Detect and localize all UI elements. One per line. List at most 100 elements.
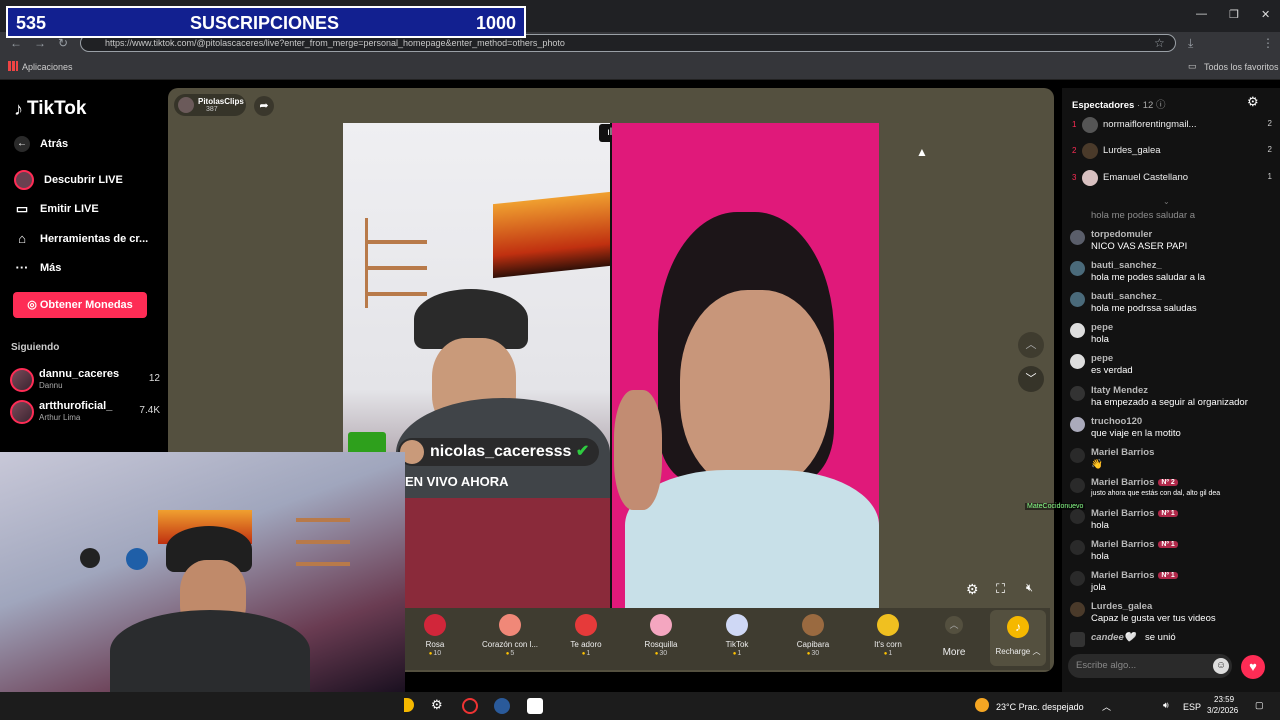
clock-time[interactable]: 23:59 [1214,695,1234,704]
dots-icon: ··· [15,260,29,275]
avatar [1082,143,1098,159]
download-icon[interactable]: ⤓ [1188,36,1193,51]
tray-chevron-icon[interactable]: ︿ [1102,700,1111,713]
following-item[interactable]: artthuroficial_ Arthur Lima 7.4K [10,398,160,426]
gift-capibara[interactable]: Capibara30 [778,612,848,657]
avatar [1070,448,1085,463]
following-item[interactable]: dannu_caceres Dannu 12 [10,366,160,394]
avatar [1070,417,1085,432]
gift-corn[interactable]: It's corn1 [853,612,923,657]
capcut-taskbar-icon[interactable] [527,698,543,714]
avatar [1070,571,1085,586]
rose-icon [424,614,446,636]
sub-current: 535 [16,13,47,33]
language-indicator[interactable]: ESP [1183,702,1201,712]
subscription-goal-overlay: 535 SUSCRIPCIONES 1000 [6,6,526,38]
get-coins-button[interactable]: ◎ Obtener Monedas [13,292,147,318]
host-likes: 387 [206,106,218,113]
recharge-button[interactable]: ♪ Recharge ︿ [990,610,1046,666]
scroll-up-icon[interactable]: ︿ [1018,332,1044,358]
bookmark-folder-icon: ▭ [1188,61,1197,71]
gift-te-adoro[interactable]: Te adoro1 [551,612,621,657]
notification-icon[interactable]: ▢ [1255,700,1264,711]
browser-taskbar-icon[interactable] [462,698,478,714]
os-taskbar [0,692,1280,720]
join-icon [1070,632,1085,647]
share-icon[interactable]: ➦ [254,96,274,116]
video-settings-icon[interactable]: ⚙ [966,581,979,598]
avatar [1082,117,1098,133]
mouse-cursor: ▲ [916,145,928,159]
help-icon[interactable]: ⓘ [1156,100,1166,111]
bookmark-all[interactable]: Todos los favoritos [1204,62,1279,72]
bookmark-apps[interactable]: Aplicaciones [22,62,73,72]
viewers-collapse-icon[interactable]: ⌄ [1163,197,1170,206]
gift-rose[interactable]: Rosa10 [400,612,470,657]
steam-taskbar-icon[interactable] [494,698,510,714]
fullscreen-icon[interactable]: ⛶ [996,581,1005,597]
avatar [1070,261,1085,276]
donut-icon [650,614,672,636]
panel-settings-icon[interactable]: ⚙ [1247,94,1259,110]
emoji-icon[interactable]: ☺ [1213,658,1229,674]
minimize-icon[interactable]: — [1196,8,1207,20]
viewer-row[interactable]: 2 Lurdes_galea 2 [1072,142,1272,162]
speaker-icon[interactable]: 🔊︎ [1163,700,1169,711]
gift-more-button[interactable]: ︿ More [938,616,970,658]
chat-input[interactable]: Escribe algo... [1068,654,1232,678]
webcam-person-body [110,610,310,692]
viewer-row[interactable]: 3 Emanuel Castellano 1 [1072,169,1272,189]
back-arrow-icon[interactable]: ← [10,36,22,50]
forward-arrow-icon[interactable]: → [34,36,46,50]
avatar [1070,602,1085,617]
heart-icon [575,614,597,636]
girl-hand [614,390,662,510]
gift-heart[interactable]: Corazón con l...5 [475,612,545,657]
avatar [1070,540,1085,555]
close-icon[interactable]: ✕ [1261,8,1270,21]
shelf-image [365,218,427,308]
bookmarks-bar [0,54,1280,80]
sidebar-item-discover-live[interactable]: Descubrir LIVE [14,170,123,190]
weather-text[interactable]: 23°C Prac. despejado [996,702,1084,712]
like-heart-button[interactable]: ♥ [1241,655,1265,679]
avatar [1082,170,1098,186]
capybara-icon [802,614,824,636]
clock-date[interactable]: 3/2/2026 [1207,706,1238,715]
following-title: Siguiendo [11,342,60,353]
bookmark-star-icon[interactable]: ☆ [1154,36,1165,50]
back-link[interactable]: ← Atrás [14,136,68,152]
scroll-down-icon[interactable]: ﹀ [1018,366,1044,392]
painting-image [493,191,610,279]
back-arrow-icon: ← [14,136,30,152]
red-desk [405,498,610,608]
avatar [1070,230,1085,245]
avatar [1070,354,1085,369]
sidebar-item-more[interactable]: ··· Más [14,260,62,275]
sidebar-item-go-live[interactable]: ▭ Emitir LIVE [14,201,99,217]
tiktok-logo[interactable]: ♪ TikTok [14,98,86,120]
mute-icon[interactable]: 🔇︎ [1026,582,1033,595]
maximize-icon[interactable]: ❐ [1229,8,1239,21]
following-count: 12 [148,373,160,384]
rank-badge: Nº 1 [1158,510,1178,517]
gift-tiktok[interactable]: TikTok1 [702,612,772,657]
menu-dots-icon[interactable]: ⋮ [1262,36,1274,50]
gift-rosquilla[interactable]: Rosquilla30 [626,612,696,657]
sidebar-item-creator-tools[interactable]: ⌂ Herramientas de cr... [14,231,148,246]
reload-icon[interactable]: ↻ [58,36,68,50]
girl-face [680,290,830,490]
avatar [1070,292,1085,307]
tiktok-icon [726,614,748,636]
corn-icon [877,614,899,636]
live-avatar-icon [14,170,34,190]
rank-badge: Nº 2 [1158,479,1178,486]
apps-grid-icon[interactable] [8,61,18,71]
following-sub: Arthur Lima [39,413,81,422]
viewer-row[interactable]: 1 normaiflorentingmail... 2 [1072,116,1272,136]
heart-hand-icon [499,614,521,636]
streamer-tag: nicolas_caceresss ✔ [398,438,600,466]
settings-taskbar-icon[interactable]: ⚙ [431,697,443,713]
host-info[interactable]: PitolasClips 387 [174,94,246,116]
avatar [1070,509,1085,524]
